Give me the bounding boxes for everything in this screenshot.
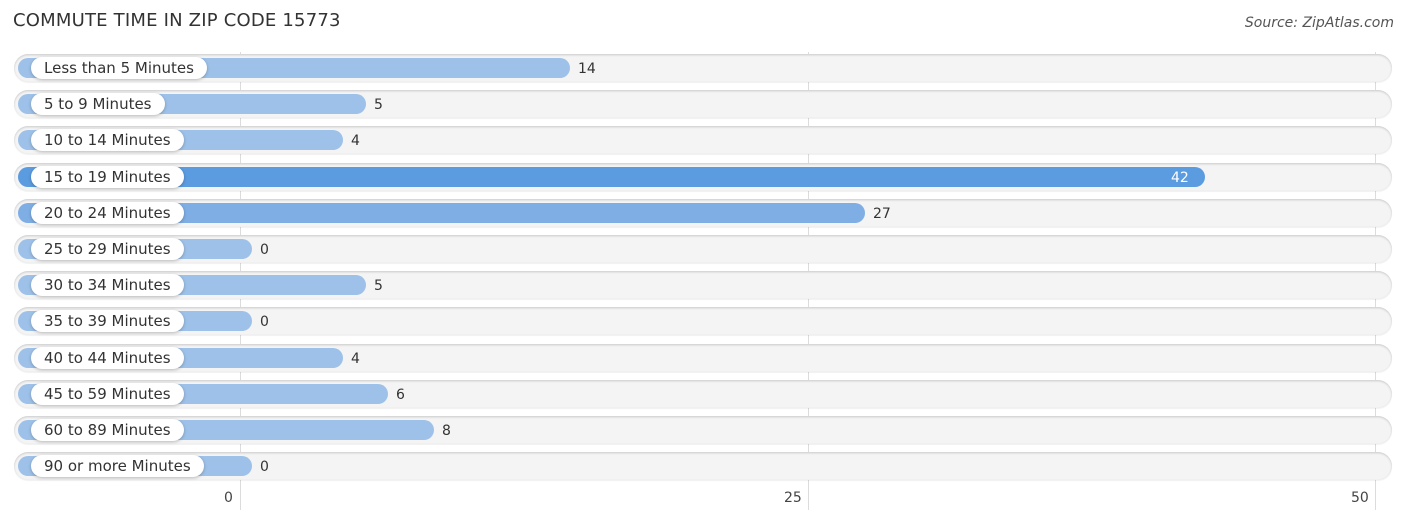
category-label: 35 to 39 Minutes [31, 310, 184, 332]
category-label: 15 to 19 Minutes [31, 166, 184, 188]
data-label: 5 [374, 97, 383, 113]
category-label: 20 to 24 Minutes [31, 202, 184, 224]
category-label: 45 to 59 Minutes [31, 383, 184, 405]
category-label: 40 to 44 Minutes [31, 347, 184, 369]
data-label: 4 [351, 133, 360, 149]
data-label: 0 [260, 459, 269, 475]
bar[interactable] [18, 167, 1205, 187]
data-label: 14 [578, 61, 596, 77]
category-label: Less than 5 Minutes [31, 57, 207, 79]
data-label: 8 [442, 423, 451, 439]
x-tick-label: 50 [1351, 490, 1369, 506]
category-label: 30 to 34 Minutes [31, 274, 184, 296]
category-label: 25 to 29 Minutes [31, 238, 184, 260]
category-label: 10 to 14 Minutes [31, 129, 184, 151]
data-label: 42 [1171, 170, 1189, 186]
x-tick-label: 0 [224, 490, 233, 506]
data-label: 5 [374, 278, 383, 294]
category-label: 90 or more Minutes [31, 455, 204, 477]
x-tick-label: 25 [784, 490, 802, 506]
data-label: 27 [873, 206, 891, 222]
data-label: 4 [351, 351, 360, 367]
chart-plot-area: Less than 5 Minutes 14 5 to 9 Minutes 5 10 t… [0, 0, 1406, 523]
data-label: 6 [396, 387, 405, 403]
data-label: 0 [260, 242, 269, 258]
category-label: 60 to 89 Minutes [31, 419, 184, 441]
data-label: 0 [260, 314, 269, 330]
category-label: 5 to 9 Minutes [31, 93, 165, 115]
